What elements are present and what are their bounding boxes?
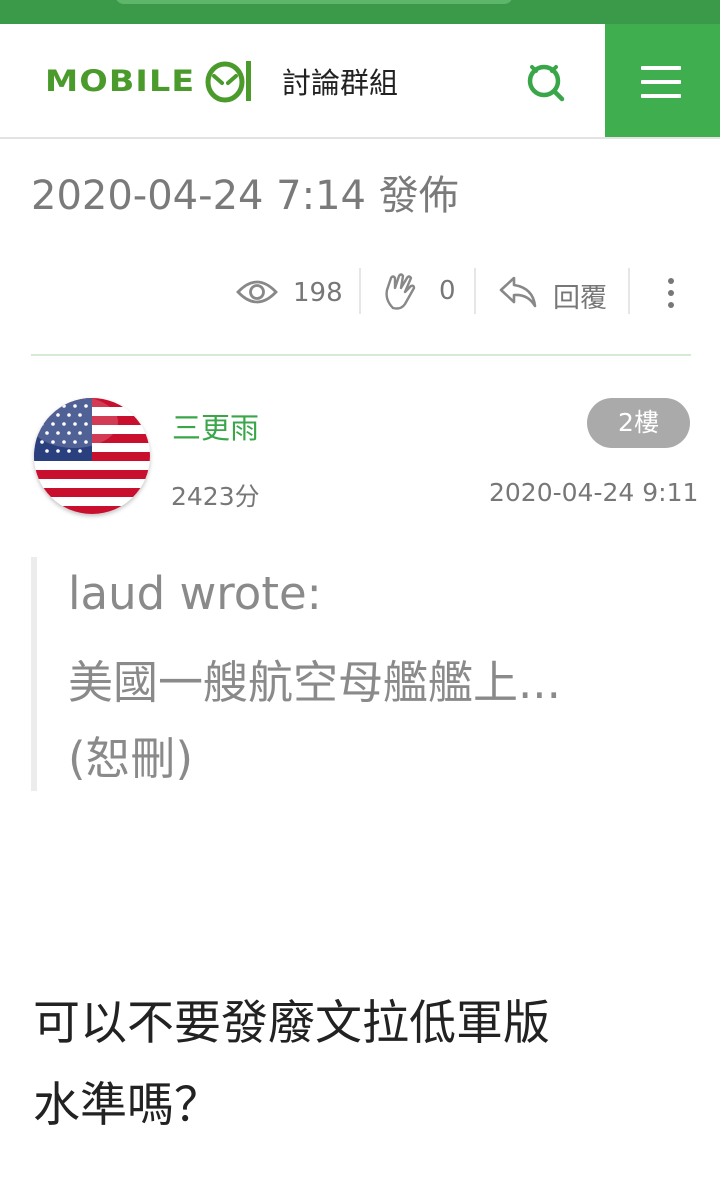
- post-published-date: 2020-04-24 7:14 發佈: [31, 173, 459, 219]
- reply-body: 可以不要發廢文拉低軍版 水準嗎？: [33, 983, 693, 1147]
- stat-divider: [474, 268, 476, 314]
- quote-excerpt: 美國一艘航空母艦艦上...: [68, 656, 561, 709]
- avatar[interactable]: [34, 398, 150, 514]
- quote-block: laud wrote: 美國一艘航空母艦艦上... (恕刪): [31, 557, 677, 791]
- stat-divider: [359, 268, 361, 314]
- menu-button[interactable]: [605, 24, 720, 137]
- quote-header: laud wrote:: [68, 567, 322, 620]
- site-header: MOBILE 討論群組: [0, 24, 720, 139]
- section-divider: [31, 354, 691, 356]
- more-options-icon[interactable]: [662, 278, 680, 312]
- quote-note: (恕刪): [68, 732, 194, 785]
- section-title[interactable]: 討論群組: [282, 60, 398, 102]
- author-name[interactable]: 三更雨: [172, 405, 259, 447]
- logo-text: MOBILE: [45, 64, 196, 98]
- search-icon: [527, 64, 565, 102]
- author-score: 2423分: [171, 482, 260, 511]
- reply-body-line: 水準嗎？: [33, 1078, 221, 1133]
- logo-01-icon: [205, 59, 255, 109]
- us-flag-icon: [34, 398, 150, 514]
- search-button[interactable]: [522, 59, 568, 105]
- hamburger-menu-icon: [641, 66, 681, 70]
- stat-divider: [628, 268, 630, 314]
- clap-icon[interactable]: [383, 272, 417, 316]
- reply-body-line: 可以不要發廢文拉低軍版: [33, 996, 550, 1051]
- like-count: 0: [439, 276, 456, 306]
- view-count: 198: [293, 278, 343, 308]
- eye-icon: [236, 278, 278, 310]
- reply-timestamp: 2020-04-24 9:11: [489, 478, 699, 507]
- site-logo[interactable]: MOBILE: [45, 57, 251, 105]
- reply-button[interactable]: 回覆: [553, 276, 607, 315]
- top-status-strip: [0, 0, 720, 24]
- post-stats-bar: 198 0 回覆: [0, 268, 720, 316]
- url-bar-remnant: [115, 0, 513, 4]
- reply-arrow-icon[interactable]: [498, 274, 538, 314]
- floor-badge: 2樓: [587, 398, 690, 448]
